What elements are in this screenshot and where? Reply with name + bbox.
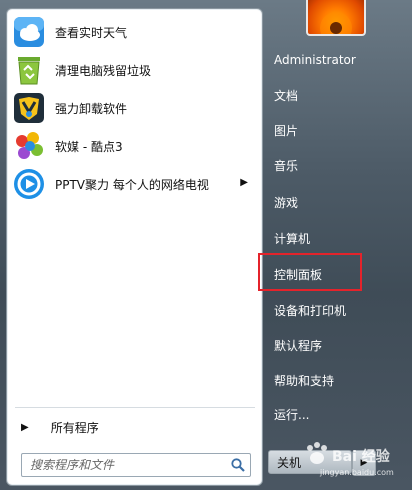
recycle-bin-icon bbox=[18, 57, 40, 85]
right-item-label: 运行... bbox=[274, 407, 310, 422]
right-item-label: 游戏 bbox=[274, 195, 299, 210]
divider bbox=[15, 407, 255, 408]
user-avatar[interactable] bbox=[306, 0, 366, 36]
pptv-icon bbox=[14, 169, 44, 199]
right-item-devices-printers[interactable]: 设备和打印机 bbox=[266, 297, 404, 323]
right-item-label: 帮助和支持 bbox=[274, 373, 335, 388]
highlight-box bbox=[258, 253, 362, 291]
program-item-weather[interactable]: 查看实时天气 bbox=[7, 13, 262, 51]
submenu-arrow-icon[interactable]: ▶ bbox=[240, 177, 248, 188]
right-item-run[interactable]: 运行... bbox=[266, 401, 404, 427]
paw-logo-icon bbox=[307, 442, 327, 464]
right-item-games[interactable]: 游戏 bbox=[266, 189, 404, 215]
search-icon[interactable] bbox=[230, 457, 246, 473]
watermark: Bai 经验 jingyan.baidu.com bbox=[300, 438, 408, 484]
flower-picture-icon bbox=[320, 12, 352, 34]
program-list: 查看实时天气 清理电脑残留垃圾 强力卸载软件 软媒 - 酷点3 PPTV聚力 每… bbox=[7, 13, 262, 203]
programs-pane: 查看实时天气 清理电脑残留垃圾 强力卸载软件 软媒 - 酷点3 PPTV聚力 每… bbox=[6, 8, 263, 486]
program-label: 强力卸载软件 bbox=[55, 101, 128, 116]
search-box[interactable] bbox=[21, 453, 251, 477]
program-label: 查看实时天气 bbox=[55, 25, 128, 40]
shutdown-label: 关机 bbox=[277, 455, 302, 470]
right-item-pictures[interactable]: 图片 bbox=[266, 117, 404, 143]
right-item-documents[interactable]: 文档 bbox=[266, 82, 404, 108]
right-item-label: 计算机 bbox=[274, 231, 311, 246]
search-input[interactable] bbox=[28, 456, 222, 474]
right-item-label: 图片 bbox=[274, 123, 299, 138]
program-item-uninstaller[interactable]: 强力卸载软件 bbox=[7, 89, 262, 127]
right-item-label: 设备和打印机 bbox=[274, 303, 347, 318]
right-item-music[interactable]: 音乐 bbox=[266, 152, 404, 178]
right-item-administrator[interactable]: Administrator bbox=[266, 47, 404, 73]
all-programs-button[interactable]: ▶ 所有程序 bbox=[15, 415, 255, 439]
play-arrow-icon: ▶ bbox=[21, 421, 29, 433]
program-item-pptv[interactable]: PPTV聚力 每个人的网络电视 ▶ bbox=[7, 165, 262, 203]
program-label: 软媒 - 酷点3 bbox=[55, 139, 123, 154]
right-item-label: Administrator bbox=[274, 53, 356, 67]
weather-icon bbox=[14, 17, 44, 47]
right-item-computer[interactable]: 计算机 bbox=[266, 225, 404, 251]
uninstaller-icon bbox=[14, 93, 44, 123]
program-label: PPTV聚力 每个人的网络电视 bbox=[55, 177, 209, 192]
right-item-label: 文档 bbox=[274, 88, 299, 103]
right-item-default-programs[interactable]: 默认程序 bbox=[266, 332, 404, 358]
program-label: 清理电脑残留垃圾 bbox=[55, 63, 152, 78]
all-programs-label: 所有程序 bbox=[50, 420, 99, 435]
right-item-help-support[interactable]: 帮助和支持 bbox=[266, 367, 404, 393]
watermark-url: jingyan.baidu.com bbox=[320, 468, 394, 477]
start-menu: 查看实时天气 清理电脑残留垃圾 强力卸载软件 软媒 - 酷点3 PPTV聚力 每… bbox=[0, 0, 412, 490]
right-item-label: 音乐 bbox=[274, 158, 299, 173]
program-item-cleaner[interactable]: 清理电脑残留垃圾 bbox=[7, 51, 262, 89]
program-item-kudian[interactable]: 软媒 - 酷点3 bbox=[7, 127, 262, 165]
kudian-icon bbox=[16, 132, 43, 159]
right-item-label: 默认程序 bbox=[274, 338, 323, 353]
watermark-brand: Bai 经验 bbox=[332, 449, 390, 465]
